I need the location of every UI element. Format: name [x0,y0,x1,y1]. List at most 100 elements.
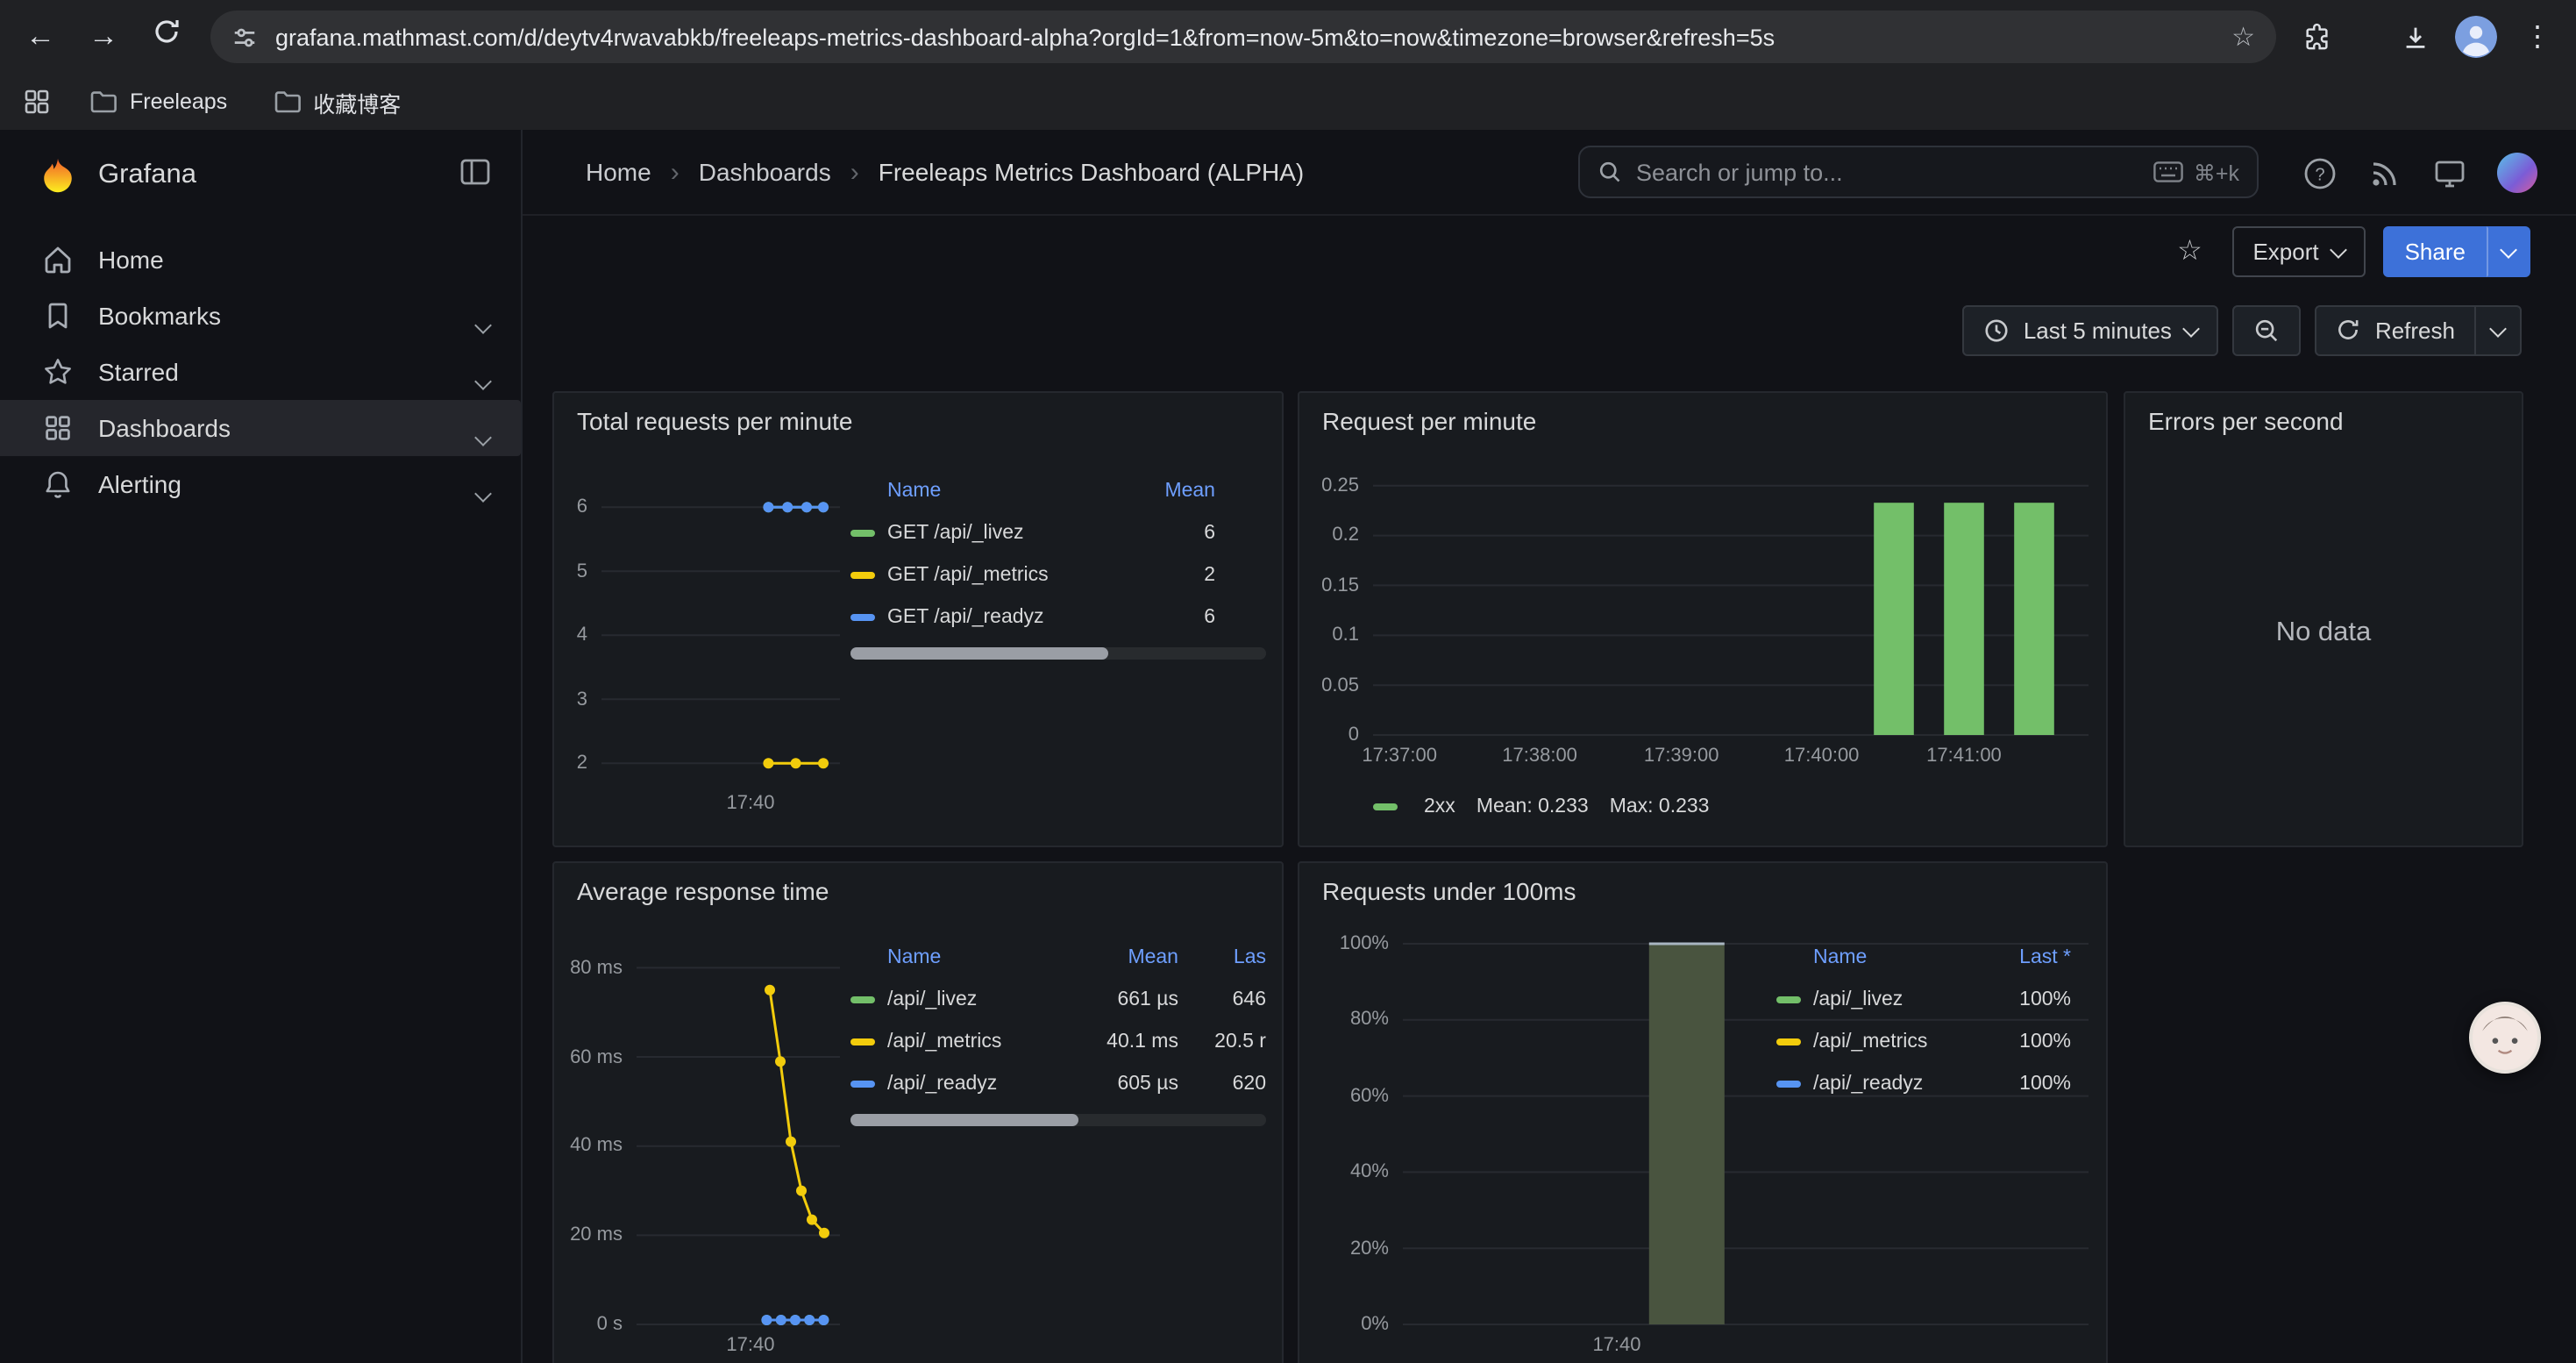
sidebar-item-home[interactable]: Home [0,232,521,288]
star-icon: ☆ [2177,237,2202,267]
export-button[interactable]: Export [2231,225,2366,276]
legend-col-name[interactable]: Name [850,481,1138,502]
puzzle-icon [2302,22,2331,52]
browser-menu-button[interactable]: ⋮ [2511,14,2564,60]
zoom-out-button[interactable] [2233,304,2302,355]
chevron-down-icon[interactable] [477,477,489,505]
series-mean: 605 µs [1080,1074,1178,1095]
series-name[interactable]: /api/_metrics [887,1031,1080,1053]
downloads-button[interactable] [2388,14,2441,60]
forward-button[interactable]: → [77,12,130,61]
legend-col-mean[interactable]: Mean [1138,481,1215,502]
legend-scrollbar[interactable] [850,647,1266,660]
refresh-interval-button[interactable] [2476,304,2522,355]
series-color-icon [1776,1081,1801,1088]
sidebar-item-label: Home [98,246,164,274]
series-name[interactable]: /api/_livez [1813,989,1987,1010]
chevron-down-icon[interactable] [477,365,489,393]
assistant-avatar[interactable] [2469,1002,2541,1074]
series-name[interactable]: /api/_livez [887,989,1080,1010]
bar-chart[interactable] [1373,477,2089,735]
refresh-button[interactable]: Refresh [2316,304,2476,355]
time-range-picker[interactable]: Last 5 minutes [1962,304,2219,355]
scrollbar-thumb[interactable] [850,1114,1079,1126]
extensions-button[interactable] [2290,14,2343,60]
legend-col-mean[interactable]: Mean [1080,947,1178,968]
sidebar-item-starred[interactable]: Starred [0,344,521,400]
legend-col-name[interactable]: Name [1776,947,1987,968]
panel-title[interactable]: Request per minute [1322,407,1536,435]
series-name[interactable]: /api/_metrics [1813,1031,1987,1053]
apps-grid-icon[interactable] [23,88,51,116]
time-series-chart[interactable] [637,946,840,1324]
grafana-logo-icon[interactable] [39,156,77,195]
legend-col-last[interactable]: Last * [1987,947,2071,968]
y-axis-tick: 0 s [554,1314,623,1335]
favorite-star-button[interactable]: ☆ [2165,226,2214,275]
x-axis-tick: 17:38:00 [1469,746,1610,767]
search-input[interactable]: Search or jump to... ⌘+k [1578,146,2259,198]
bookmark-star-icon[interactable]: ☆ [2231,24,2255,50]
monitor-icon[interactable] [2432,155,2467,190]
user-avatar[interactable] [2497,153,2537,193]
bookmark-folder-blogs[interactable]: 收藏博客 [259,80,415,124]
chevron-down-icon [2500,240,2517,258]
bookmark-label: Freeleaps [130,89,227,114]
time-series-chart[interactable] [601,491,840,782]
sidebar-header: Grafana [0,130,521,221]
sidebar-item-alerting[interactable]: Alerting [0,456,521,512]
panel-title[interactable]: Average response time [577,877,829,905]
url-bar[interactable]: grafana.mathmast.com/d/deytv4rwavabkb/fr… [210,11,2276,63]
panel-title[interactable]: Errors per second [2148,407,2344,435]
sidebar-item-dashboards[interactable]: Dashboards [0,400,521,456]
search-icon [1598,160,1622,184]
legend-col-last[interactable]: Las [1178,947,1266,968]
series-name[interactable]: GET /api/_metrics [887,565,1138,586]
breadcrumb-dashboards[interactable]: Dashboards [699,158,831,186]
bookmark-folder-freeleaps[interactable]: Freeleaps [75,84,241,119]
y-axis-tick: 0.15 [1299,574,1359,596]
legend-row: /api/_readyz 605 µs 620 [850,1063,1266,1105]
legend-header-row: Name Mean [850,470,1266,512]
series-last: 100% [1987,1031,2071,1053]
chevron-down-icon[interactable] [477,309,489,337]
profile-avatar[interactable] [2455,16,2497,58]
share-button[interactable]: Share [2384,225,2487,276]
y-axis-tick: 0.25 [1299,475,1359,496]
series-name[interactable]: /api/_readyz [1813,1074,1987,1095]
series-name[interactable]: 2xx [1424,796,1455,817]
series-name[interactable]: /api/_readyz [887,1074,1080,1095]
reload-button[interactable] [140,12,193,61]
y-axis-tick: 80% [1299,1010,1389,1031]
clock-icon [1983,317,2010,343]
share-menu-button[interactable] [2487,225,2530,276]
time-controls-row: Last 5 minutes Refresh [523,298,2576,361]
site-settings-icon[interactable] [231,24,258,50]
back-button[interactable]: ← [14,12,67,61]
x-axis-tick: 17:40 [1547,1335,1687,1356]
dock-sidebar-button[interactable] [458,154,493,189]
chevron-down-icon[interactable] [477,421,489,449]
y-axis-tick: 0% [1299,1314,1389,1335]
legend-col-name[interactable]: Name [850,947,1080,968]
legend-table: Name Mean GET /api/_livez 6 GET /api/_me… [850,470,1266,660]
legend-scrollbar[interactable] [850,1114,1266,1126]
panel-title[interactable]: Total requests per minute [577,407,852,435]
sidebar-item-bookmarks[interactable]: Bookmarks [0,288,521,344]
breadcrumb-current: Freeleaps Metrics Dashboard (ALPHA) [879,158,1305,186]
breadcrumb-home[interactable]: Home [586,158,651,186]
y-axis-tick: 6 [554,496,587,517]
legend-row: GET /api/_livez 6 [850,512,1266,554]
legend-row: GET /api/_metrics 2 [850,554,1266,596]
legend-row: GET /api/_readyz 6 [850,596,1266,639]
y-axis-tick: 0 [1299,724,1359,746]
scrollbar-thumb[interactable] [850,647,1108,660]
panel-title[interactable]: Requests under 100ms [1322,877,1576,905]
series-name[interactable]: GET /api/_readyz [887,607,1138,628]
series-color-icon [850,1081,875,1088]
help-icon[interactable]: ? [2302,155,2338,190]
rss-icon[interactable] [2367,155,2402,190]
bookmark-label: 收藏博客 [313,85,401,118]
series-name[interactable]: GET /api/_livez [887,523,1138,544]
legend-header-row: Name Mean Las [850,937,1266,979]
